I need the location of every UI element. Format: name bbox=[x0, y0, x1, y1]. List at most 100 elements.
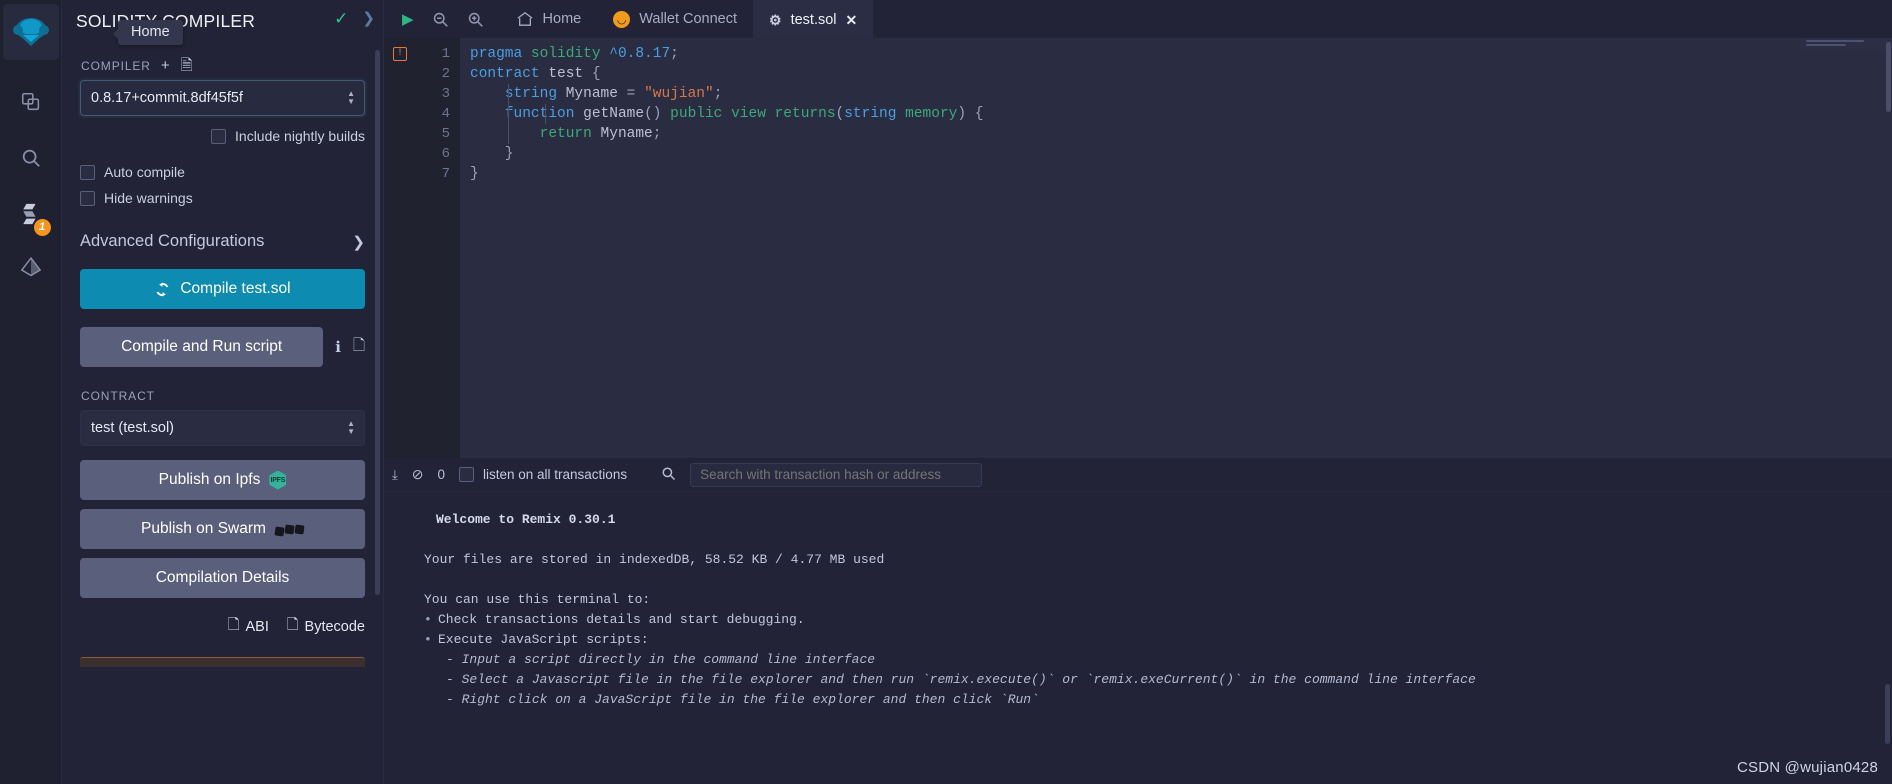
tab-test-sol[interactable]: ⚙ test.sol ✕ bbox=[753, 0, 874, 38]
editor-line-number: 3 bbox=[441, 86, 450, 102]
publish-on-ipfs-button[interactable]: Publish on Ipfs IPFS bbox=[80, 460, 365, 500]
include-nightly-checkbox[interactable] bbox=[211, 128, 227, 144]
editor-code-line[interactable]: } bbox=[460, 164, 1892, 184]
panel-header-actions: ✓ ❯ bbox=[334, 10, 375, 27]
code-token: contract bbox=[470, 66, 540, 82]
tab-wallet-connect[interactable]: ◡ Wallet Connect bbox=[597, 0, 753, 38]
listen-all-transactions-checkbox[interactable] bbox=[459, 467, 474, 482]
compile-and-run-label: Compile and Run script bbox=[121, 338, 283, 355]
compiler-label-text: COMPILER bbox=[81, 58, 151, 73]
tab-home[interactable]: Home bbox=[500, 0, 598, 38]
check-icon[interactable]: ✓ bbox=[334, 10, 348, 27]
code-editor[interactable]: ! 1234567 pragma solidity ^0.8.17; contra… bbox=[384, 38, 1892, 458]
info-icon[interactable]: ℹ bbox=[335, 338, 341, 356]
editor-empty-space[interactable] bbox=[548, 184, 1892, 446]
editor-code-area[interactable]: pragma solidity ^0.8.17; contract test { … bbox=[460, 38, 1892, 458]
editor-toolbar-icons: ▶ bbox=[384, 0, 500, 38]
copy-artifacts-row: 🗋 ABI 🗋 Bytecode bbox=[80, 614, 365, 639]
solidity-compiler-panel: SOLIDITY COMPILER ✓ ❯ Home COMPILER + 🗎 … bbox=[62, 0, 384, 784]
copy-abi-button[interactable]: 🗋 ABI bbox=[228, 614, 269, 639]
warning-panel-top-edge bbox=[80, 657, 365, 667]
editor-topbar: ▶ Home ◡ Wallet Connect ⚙ test.sol ✕ bbox=[384, 0, 1892, 38]
search-icon[interactable] bbox=[661, 466, 676, 484]
copy-bytecode-label: Bytecode bbox=[304, 618, 365, 635]
editor-code-line[interactable]: } bbox=[460, 144, 1892, 164]
panel-header: SOLIDITY COMPILER ✓ ❯ bbox=[62, 0, 383, 42]
terminal-intro-line: You can use this terminal to: bbox=[424, 592, 651, 607]
compile-button[interactable]: Compile test.sol bbox=[80, 269, 365, 309]
transaction-search-input[interactable] bbox=[690, 462, 983, 487]
editor-code-line[interactable]: pragma solidity ^0.8.17; bbox=[460, 44, 1892, 64]
editor-line-number: 4 bbox=[441, 106, 450, 122]
editor-scrollbar[interactable] bbox=[1886, 42, 1891, 112]
chevron-double-down-icon[interactable]: ⤓ bbox=[392, 467, 398, 483]
code-token: public bbox=[670, 106, 723, 122]
solidity-file-icon: ⚙ bbox=[769, 11, 782, 28]
close-icon[interactable]: ✕ bbox=[846, 12, 858, 29]
terminal-scrollbar[interactable] bbox=[1885, 684, 1890, 744]
compiler-badge-count: 1 bbox=[33, 219, 51, 236]
play-icon[interactable]: ▶ bbox=[402, 10, 414, 28]
refresh-icon bbox=[156, 282, 169, 296]
contract-select[interactable]: test (test.sol) ▲ ▼ bbox=[80, 410, 365, 446]
editor-code-line[interactable]: return Myname; bbox=[460, 124, 1892, 144]
sidebar-item-solidity-compiler[interactable]: 1 bbox=[3, 186, 59, 242]
hide-warnings-checkbox[interactable] bbox=[80, 190, 95, 206]
code-token: Myname bbox=[565, 86, 618, 102]
ipfs-icon: IPFS bbox=[269, 470, 287, 490]
editor-minimap[interactable] bbox=[1800, 38, 1892, 52]
auto-compile-checkbox[interactable] bbox=[80, 164, 95, 180]
terminal-welcome-line: Welcome to Remix 0.30.1 bbox=[436, 512, 616, 527]
editor-code-line[interactable]: contract test { bbox=[460, 64, 1892, 84]
contract-select-value: test (test.sol) bbox=[91, 420, 174, 436]
zoom-out-icon[interactable] bbox=[432, 11, 449, 28]
plus-icon[interactable]: + bbox=[161, 58, 171, 73]
terminal-output[interactable]: Welcome to Remix 0.30.1 Your files are s… bbox=[384, 492, 1892, 784]
include-nightly-row[interactable]: Include nightly builds bbox=[80, 128, 365, 144]
compiler-version-select[interactable]: 0.8.17+commit.8df45f5f ▲ ▼ bbox=[80, 80, 365, 116]
copy-abi-label: ABI bbox=[245, 618, 269, 635]
editor-error-gutter: ! bbox=[384, 38, 416, 458]
terminal-sub-bullet: - Input a script directly in the command… bbox=[446, 652, 876, 667]
sidebar-item-file-explorer[interactable] bbox=[3, 74, 59, 130]
advanced-configurations-toggle[interactable]: Advanced Configurations ❯ bbox=[80, 232, 365, 251]
compile-button-label: Compile test.sol bbox=[180, 280, 291, 297]
copy-bytecode-button[interactable]: 🗋 Bytecode bbox=[287, 614, 365, 639]
compile-and-run-script-button[interactable]: Compile and Run script bbox=[80, 327, 324, 367]
code-token: ; bbox=[652, 126, 662, 142]
chevron-right-icon[interactable]: ❯ bbox=[362, 11, 375, 26]
sidebar-item-search[interactable] bbox=[3, 130, 59, 186]
panel-body: COMPILER + 🗎 0.8.17+commit.8df45f5f ▲ ▼ I… bbox=[62, 58, 383, 667]
copy-icon[interactable]: 🗋 bbox=[353, 335, 365, 360]
swarm-icon bbox=[274, 523, 305, 537]
compilation-details-button[interactable]: Compilation Details bbox=[80, 558, 365, 598]
editor-code-line[interactable]: string Myname = "wujian"; bbox=[460, 84, 1892, 104]
hide-warnings-row[interactable]: Hide warnings bbox=[80, 190, 365, 206]
remix-logo-icon[interactable] bbox=[2, 4, 59, 60]
publish-on-swarm-button[interactable]: Publish on Swarm bbox=[80, 509, 365, 549]
editor-code-line[interactable]: function getName() public view returns(s… bbox=[460, 104, 1892, 124]
ipfs-badge-text: IPFS bbox=[270, 476, 286, 484]
sidebar-item-deploy-run[interactable] bbox=[3, 242, 59, 298]
watermark: CSDN @wujian0428 bbox=[1737, 759, 1878, 776]
auto-compile-label: Auto compile bbox=[104, 164, 185, 180]
file-icon[interactable]: 🗎 bbox=[181, 58, 194, 73]
listen-on-all-transactions-row[interactable]: listen on all transactions bbox=[459, 467, 627, 482]
code-token: ; bbox=[670, 46, 679, 62]
error-marker-icon[interactable]: ! bbox=[393, 47, 407, 61]
spinner-arrows-icon: ▲ ▼ bbox=[347, 89, 355, 106]
terminal-sub-bullet: - Select a Javascript file in the file e… bbox=[446, 672, 1476, 687]
panel-scrollbar[interactable] bbox=[375, 50, 380, 595]
no-entry-icon[interactable]: ⊘ bbox=[412, 466, 424, 483]
code-token: getName bbox=[583, 106, 645, 122]
contract-section-label: CONTRACT bbox=[81, 389, 365, 403]
remix-ide-window: 1 SOLIDITY COMPILER ✓ ❯ Home COMPILER + … bbox=[0, 0, 1892, 784]
auto-compile-row[interactable]: Auto compile bbox=[80, 164, 365, 180]
zoom-in-icon[interactable] bbox=[467, 11, 484, 28]
terminal-bullet: Execute JavaScript scripts: bbox=[424, 630, 1892, 650]
